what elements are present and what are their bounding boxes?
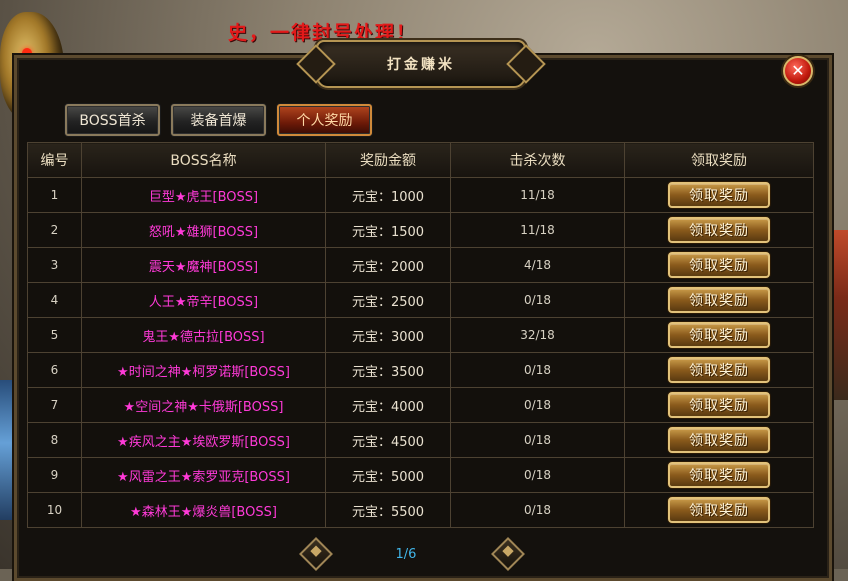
claim-cell: 领取奖励 <box>624 422 814 458</box>
boss-name: 巨型★虎王[BOSS] <box>81 177 326 213</box>
tab-label: BOSS首杀 <box>79 113 146 129</box>
claim-cell: 领取奖励 <box>624 387 814 423</box>
boss-name: ★疾风之主★埃欧罗斯[BOSS] <box>81 422 326 458</box>
row-number: 6 <box>27 352 82 388</box>
claim-reward-button[interactable]: 领取奖励 <box>668 287 770 313</box>
row-number: 1 <box>27 177 82 213</box>
claim-cell: 领取奖励 <box>624 317 814 353</box>
boss-name: 怒吼★雄狮[BOSS] <box>81 212 326 248</box>
claim-reward-button[interactable]: 领取奖励 <box>668 322 770 348</box>
boss-name: 人王★帝辛[BOSS] <box>81 282 326 318</box>
header-reward-amount: 奖励金额 <box>325 142 451 178</box>
tab-label: 装备首爆 <box>190 113 247 129</box>
kill-count: 0/18 <box>450 457 625 493</box>
claim-cell: 领取奖励 <box>624 177 814 213</box>
claim-cell: 领取奖励 <box>624 247 814 283</box>
claim-reward-button[interactable]: 领取奖励 <box>668 217 770 243</box>
reward-amount: 元宝：2500 <box>325 282 451 318</box>
tab-label: 个人奖励 <box>296 113 353 129</box>
tab-equipment-first-drop[interactable]: 装备首爆 <box>171 104 266 136</box>
table-row: 7 ★空间之神★卡俄斯[BOSS] 元宝：4000 0/18 领取奖励 <box>27 387 814 423</box>
window-title-plate: 打金赚米 <box>316 40 526 88</box>
table-row: 8 ★疾风之主★埃欧罗斯[BOSS] 元宝：4500 0/18 领取奖励 <box>27 422 814 458</box>
reward-amount: 元宝：1000 <box>325 177 451 213</box>
claim-reward-button[interactable]: 领取奖励 <box>668 427 770 453</box>
reward-table: 编号 BOSS名称 奖励金额 击杀次数 领取奖励 1 巨型★虎王[BOSS] 元… <box>27 142 814 528</box>
arrow-left-icon <box>310 545 322 557</box>
kill-count: 4/18 <box>450 247 625 283</box>
row-number: 9 <box>27 457 82 493</box>
row-number: 4 <box>27 282 82 318</box>
reward-amount: 元宝：3000 <box>325 317 451 353</box>
claim-cell: 领取奖励 <box>624 457 814 493</box>
kill-count: 32/18 <box>450 317 625 353</box>
row-number: 8 <box>27 422 82 458</box>
claim-cell: 领取奖励 <box>624 492 814 528</box>
kill-count: 0/18 <box>450 387 625 423</box>
reward-amount: 元宝：4500 <box>325 422 451 458</box>
kill-count: 0/18 <box>450 352 625 388</box>
boss-name: ★空间之神★卡俄斯[BOSS] <box>81 387 326 423</box>
row-number: 3 <box>27 247 82 283</box>
row-number: 5 <box>27 317 82 353</box>
boss-name: ★风雷之王★索罗亚克[BOSS] <box>81 457 326 493</box>
claim-cell: 领取奖励 <box>624 352 814 388</box>
table-row: 4 人王★帝辛[BOSS] 元宝：2500 0/18 领取奖励 <box>27 282 814 318</box>
tab-personal-reward[interactable]: 个人奖励 <box>277 104 372 136</box>
reward-amount: 元宝：2000 <box>325 247 451 283</box>
reward-amount: 元宝：1500 <box>325 212 451 248</box>
boss-name: ★时间之神★柯罗诺斯[BOSS] <box>81 352 326 388</box>
claim-reward-button[interactable]: 领取奖励 <box>668 182 770 208</box>
kill-count: 0/18 <box>450 492 625 528</box>
claim-reward-button[interactable]: 领取奖励 <box>668 252 770 278</box>
boss-name: ★森林王★爆炎兽[BOSS] <box>81 492 326 528</box>
row-number: 10 <box>27 492 82 528</box>
table-row: 10 ★森林王★爆炎兽[BOSS] 元宝：5500 0/18 领取奖励 <box>27 492 814 528</box>
close-button[interactable]: ✕ <box>783 56 813 86</box>
kill-count: 11/18 <box>450 212 625 248</box>
row-number: 2 <box>27 212 82 248</box>
table-header-row: 编号 BOSS名称 奖励金额 击杀次数 领取奖励 <box>27 142 814 178</box>
claim-reward-button[interactable]: 领取奖励 <box>668 357 770 383</box>
table-row: 5 鬼王★德古拉[BOSS] 元宝：3000 32/18 领取奖励 <box>27 317 814 353</box>
header-number: 编号 <box>27 142 82 178</box>
claim-cell: 领取奖励 <box>624 282 814 318</box>
claim-reward-button[interactable]: 领取奖励 <box>668 497 770 523</box>
reward-amount: 元宝：5000 <box>325 457 451 493</box>
header-kill-count: 击杀次数 <box>450 142 625 178</box>
arrow-right-icon <box>502 545 514 557</box>
table-row: 6 ★时间之神★柯罗诺斯[BOSS] 元宝：3500 0/18 领取奖励 <box>27 352 814 388</box>
kill-count: 11/18 <box>450 177 625 213</box>
tab-boss-first-kill[interactable]: BOSS首杀 <box>65 104 160 136</box>
kill-count: 0/18 <box>450 422 625 458</box>
reward-amount: 元宝：4000 <box>325 387 451 423</box>
left-glow-effect <box>0 380 14 520</box>
boss-name: 震天★魔神[BOSS] <box>81 247 326 283</box>
page-indicator: 1/6 <box>395 547 417 562</box>
kill-count: 0/18 <box>450 282 625 318</box>
reward-amount: 元宝：5500 <box>325 492 451 528</box>
header-boss-name: BOSS名称 <box>81 142 326 178</box>
table-row: 3 震天★魔神[BOSS] 元宝：2000 4/18 领取奖励 <box>27 247 814 283</box>
table-row: 1 巨型★虎王[BOSS] 元宝：1000 11/18 领取奖励 <box>27 177 814 213</box>
claim-reward-button[interactable]: 领取奖励 <box>668 462 770 488</box>
table-row: 2 怒吼★雄狮[BOSS] 元宝：1500 11/18 领取奖励 <box>27 212 814 248</box>
claim-cell: 领取奖励 <box>624 212 814 248</box>
window-title: 打金赚米 <box>387 57 455 73</box>
close-icon: ✕ <box>791 61 805 80</box>
boss-name: 鬼王★德古拉[BOSS] <box>81 317 326 353</box>
claim-reward-button[interactable]: 领取奖励 <box>668 392 770 418</box>
table-row: 9 ★风雷之王★索罗亚克[BOSS] 元宝：5000 0/18 领取奖励 <box>27 457 814 493</box>
reward-amount: 元宝：3500 <box>325 352 451 388</box>
header-claim-reward: 领取奖励 <box>624 142 814 178</box>
row-number: 7 <box>27 387 82 423</box>
